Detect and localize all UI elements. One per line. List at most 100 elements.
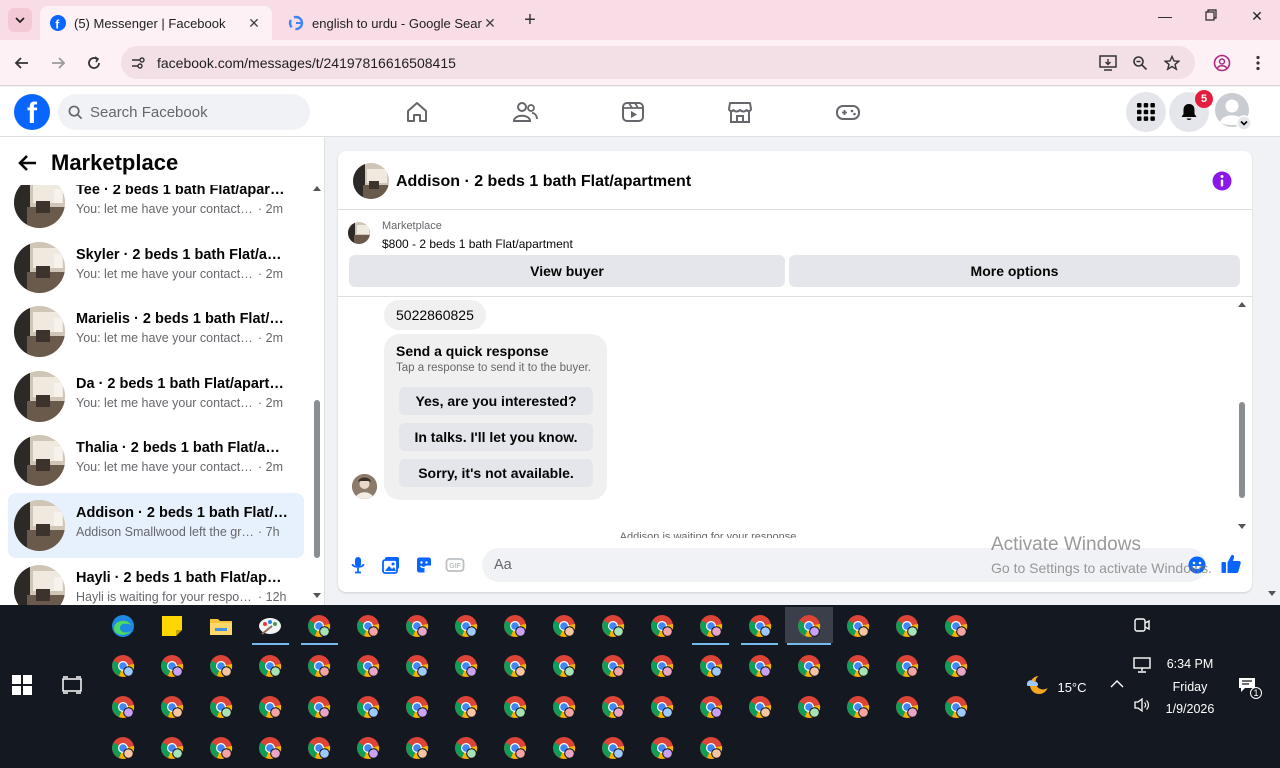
account-button[interactable] xyxy=(1214,92,1254,132)
more-options-button[interactable]: More options xyxy=(789,255,1240,287)
chrome-icon[interactable] xyxy=(699,654,723,678)
search-box[interactable] xyxy=(58,94,310,130)
chrome-icon[interactable] xyxy=(552,654,576,678)
chrome-icon[interactable] xyxy=(552,614,576,638)
edge-icon[interactable] xyxy=(111,614,135,638)
chrome-icon[interactable] xyxy=(454,654,478,678)
chrome-icon[interactable] xyxy=(601,654,625,678)
weather-icon[interactable] xyxy=(1024,673,1050,697)
video-icon[interactable] xyxy=(620,99,646,125)
chrome-icon[interactable] xyxy=(405,654,429,678)
clock-time[interactable]: 6:34 PM xyxy=(1158,657,1222,671)
scroll-down-icon[interactable] xyxy=(313,593,321,599)
message-input-box[interactable] xyxy=(482,548,1206,582)
message-input[interactable] xyxy=(494,548,1174,582)
home-icon[interactable] xyxy=(404,99,430,125)
tab-google-search[interactable]: english to urdu - Google Search ✕ xyxy=(278,6,508,40)
listing-price[interactable]: $800 - 2 beds 1 bath Flat/apartment xyxy=(382,237,573,251)
site-info-icon[interactable] xyxy=(129,54,147,72)
meet-now-icon[interactable] xyxy=(1133,616,1151,634)
chrome-icon[interactable] xyxy=(748,654,772,678)
sticky-notes-icon[interactable] xyxy=(160,614,184,638)
chrome-icon[interactable] xyxy=(846,695,870,719)
chrome-icon[interactable] xyxy=(552,736,576,760)
chrome-icon[interactable] xyxy=(160,654,184,678)
conversation-item[interactable]: Hayli · 2 beds 1 bath Flat/apart... Hayli… xyxy=(8,558,304,605)
quick-response-button[interactable]: Sorry, it's not available. xyxy=(399,459,593,487)
chrome-icon[interactable] xyxy=(650,614,674,638)
chrome-icon[interactable] xyxy=(356,614,380,638)
chrome-icon[interactable] xyxy=(111,695,135,719)
chrome-icon[interactable] xyxy=(160,736,184,760)
chrome-icon[interactable] xyxy=(454,695,478,719)
chrome-icon[interactable] xyxy=(111,654,135,678)
reload-button[interactable] xyxy=(83,52,105,74)
close-tab-icon[interactable]: ✕ xyxy=(246,15,262,32)
chrome-icon[interactable] xyxy=(503,695,527,719)
chrome-icon[interactable] xyxy=(405,695,429,719)
task-view-icon[interactable] xyxy=(62,675,82,695)
close-tab-icon[interactable]: ✕ xyxy=(482,15,498,32)
conversation-item[interactable]: Thalia · 2 beds 1 bath Flat/apart... You:… xyxy=(8,428,304,493)
friends-icon[interactable] xyxy=(512,99,538,125)
chrome-icon[interactable] xyxy=(356,654,380,678)
emoji-icon[interactable] xyxy=(1188,556,1206,574)
weather-temperature[interactable]: 15°C xyxy=(1050,680,1094,695)
chrome-icon[interactable] xyxy=(895,614,919,638)
restore-button[interactable] xyxy=(1196,8,1226,24)
chrome-icon[interactable] xyxy=(258,736,282,760)
close-window-button[interactable]: ✕ xyxy=(1242,8,1272,25)
chrome-icon[interactable] xyxy=(356,736,380,760)
chrome-icon[interactable] xyxy=(503,614,527,638)
tab-messenger[interactable]: f (5) Messenger | Facebook ✕ xyxy=(40,6,272,40)
chrome-icon[interactable] xyxy=(944,614,968,638)
chrome-icon[interactable] xyxy=(258,654,282,678)
listing-thumbnail[interactable] xyxy=(14,435,65,487)
gaming-icon[interactable] xyxy=(835,99,861,125)
profile-button[interactable] xyxy=(1211,52,1233,74)
chrome-icon[interactable] xyxy=(601,695,625,719)
install-app-icon[interactable] xyxy=(1099,54,1117,72)
tab-search-button[interactable] xyxy=(8,8,32,32)
paint-icon[interactable] xyxy=(258,614,282,638)
back-button[interactable] xyxy=(11,52,33,74)
chrome-icon[interactable] xyxy=(846,614,870,638)
chrome-icon[interactable] xyxy=(601,614,625,638)
chrome-icon[interactable] xyxy=(650,654,674,678)
chrome-icon[interactable] xyxy=(748,695,772,719)
chrome-icon[interactable] xyxy=(797,654,821,678)
conversation-item[interactable]: Da · 2 beds 1 bath Flat/apartment You: le… xyxy=(8,364,304,429)
forward-button[interactable] xyxy=(47,52,69,74)
chrome-icon[interactable] xyxy=(895,654,919,678)
chrome-icon[interactable] xyxy=(454,614,478,638)
chrome-icon[interactable] xyxy=(601,736,625,760)
chrome-icon[interactable] xyxy=(307,654,331,678)
chrome-icon[interactable] xyxy=(160,695,184,719)
volume-icon[interactable] xyxy=(1133,697,1151,713)
listing-avatar[interactable] xyxy=(353,163,389,199)
scroll-down-icon[interactable] xyxy=(1268,591,1276,597)
chrome-icon[interactable] xyxy=(699,614,723,638)
quick-response-button[interactable]: In talks. I'll let you know. xyxy=(399,423,593,451)
chrome-icon[interactable] xyxy=(258,695,282,719)
microphone-icon[interactable] xyxy=(348,555,368,575)
browser-menu-button[interactable] xyxy=(1247,52,1269,74)
chrome-icon[interactable] xyxy=(748,614,772,638)
chrome-icon[interactable] xyxy=(307,736,331,760)
chrome-icon[interactable] xyxy=(405,614,429,638)
like-icon[interactable] xyxy=(1220,553,1242,575)
scroll-up-icon[interactable] xyxy=(1238,301,1246,307)
file-explorer-icon[interactable] xyxy=(209,614,233,638)
address-bar[interactable]: facebook.com/messages/t/2419781661650841… xyxy=(121,46,1195,79)
scroll-down-icon[interactable] xyxy=(1238,524,1246,530)
conversation-item[interactable]: Marielis · 2 beds 1 bath Flat/apa... You:… xyxy=(8,299,304,364)
chrome-icon[interactable] xyxy=(209,695,233,719)
new-tab-button[interactable]: + xyxy=(518,10,542,30)
listing-thumbnail[interactable] xyxy=(14,370,65,422)
clock-date[interactable]: 1/9/2026 xyxy=(1158,702,1222,716)
bookmark-star-icon[interactable] xyxy=(1163,54,1181,72)
minimize-button[interactable]: — xyxy=(1150,8,1180,24)
message-bubble[interactable]: 5022860825 xyxy=(384,300,486,330)
chrome-icon[interactable] xyxy=(650,695,674,719)
photo-icon[interactable] xyxy=(381,555,401,575)
